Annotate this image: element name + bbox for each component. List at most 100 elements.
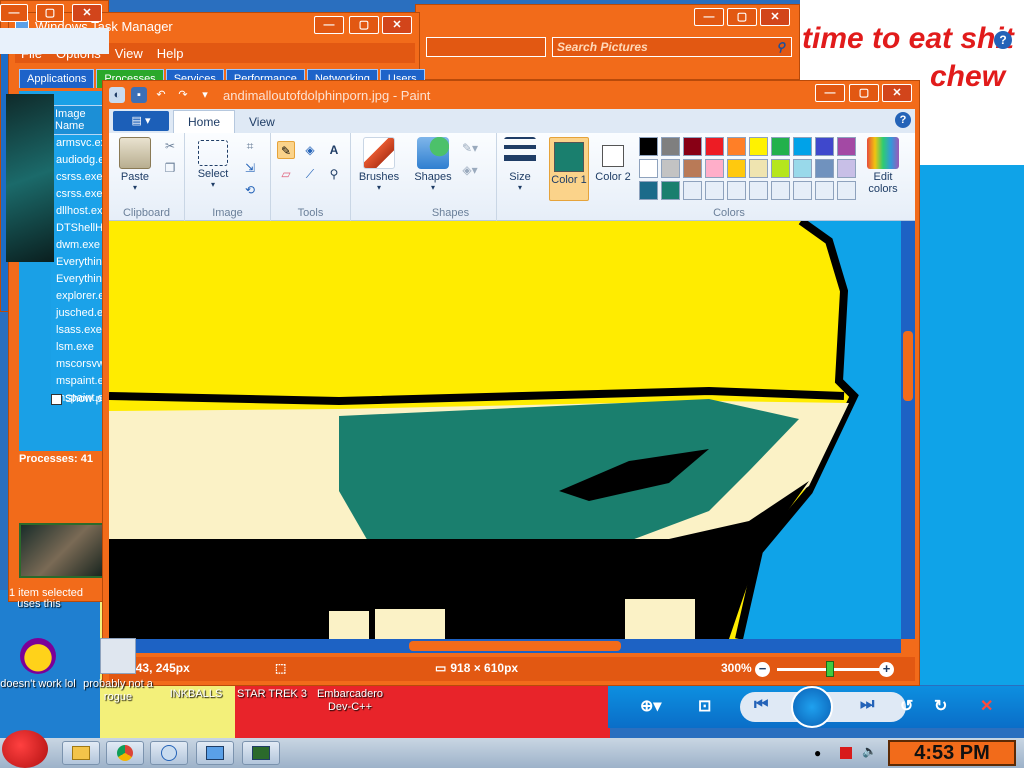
size-button[interactable]: Size ▾ (499, 137, 541, 192)
fill-shape-icon[interactable]: ◈▾ (461, 161, 479, 179)
horizontal-scrollbar[interactable] (109, 639, 901, 653)
palette-swatch[interactable] (749, 159, 768, 178)
palette-swatch[interactable] (705, 137, 724, 156)
maximize-button[interactable]: ▢ (727, 8, 757, 26)
horizontal-scroll-thumb[interactable] (409, 641, 621, 651)
menu-view[interactable]: View (115, 46, 143, 61)
menu-help[interactable]: Help (157, 46, 184, 61)
delete-icon[interactable]: ✕ (980, 696, 993, 716)
palette-swatch[interactable] (705, 181, 724, 200)
eraser-icon[interactable]: ▱ (277, 165, 295, 183)
maximize-button[interactable]: ▢ (36, 4, 64, 22)
desktop-icon-inkballs[interactable]: INKBALLS (158, 688, 234, 701)
cut-icon[interactable]: ✂ (161, 137, 179, 155)
rotate-left-icon[interactable]: ↺ (900, 696, 913, 716)
fill-icon[interactable]: ◈ (301, 141, 319, 159)
desktop-icon-devcpp[interactable]: Embarcadero Dev-C++ (312, 688, 388, 714)
shapes-button[interactable]: Shapes ▾ (411, 137, 455, 192)
taskbar-clock[interactable]: 4:53 PM (888, 740, 1016, 766)
file-thumbnail[interactable] (19, 523, 109, 578)
search-pictures-input[interactable]: Search Pictures ⚲ (552, 37, 792, 57)
palette-swatch[interactable] (683, 159, 702, 178)
minimize-button[interactable]: — (815, 84, 845, 102)
zoom-in-button[interactable]: + (879, 662, 894, 677)
palette-swatch[interactable] (837, 181, 856, 200)
next-icon[interactable]: ⏭ (860, 696, 874, 714)
palette-swatch[interactable] (771, 159, 790, 178)
tray-icon[interactable]: ● (814, 746, 821, 760)
minimize-button[interactable]: — (314, 16, 344, 34)
palette-swatch[interactable] (661, 137, 680, 156)
palette-swatch[interactable] (727, 159, 746, 178)
resize-icon[interactable]: ⇲ (241, 159, 259, 177)
taskbar-photo-viewer-button[interactable] (196, 741, 234, 765)
previous-icon[interactable]: ⏮ (754, 696, 768, 714)
color1-button[interactable]: Color 1 (549, 137, 589, 201)
tab-applications[interactable]: Applications (19, 69, 95, 88)
maximize-button[interactable]: ▢ (349, 16, 379, 34)
text-icon[interactable]: A (325, 141, 343, 159)
vertical-scrollbar[interactable] (901, 221, 915, 639)
paint-canvas[interactable] (109, 221, 901, 639)
palette-swatch[interactable] (727, 137, 746, 156)
pencil-icon[interactable]: ✎ (277, 141, 295, 159)
start-button[interactable] (2, 730, 48, 768)
palette-swatch[interactable] (793, 181, 812, 200)
redo-icon[interactable]: ↷ (175, 87, 191, 103)
palette-swatch[interactable] (749, 181, 768, 200)
zoom-out-button[interactable]: − (755, 662, 770, 677)
palette-swatch[interactable] (639, 137, 658, 156)
minimize-button[interactable]: — (694, 8, 724, 26)
palette-swatch[interactable] (683, 137, 702, 156)
zoom-slider-thumb[interactable] (826, 661, 834, 677)
taskbar-explorer-button[interactable] (62, 741, 100, 765)
help-icon[interactable]: ? (895, 112, 911, 128)
undo-icon[interactable]: ↶ (153, 87, 169, 103)
desktop-icon-star-trek[interactable]: STAR TREK 3 (234, 688, 310, 701)
palette-swatch[interactable] (837, 137, 856, 156)
magnifier-icon[interactable]: ⚲ (325, 165, 343, 183)
taskbar-paint-button[interactable] (150, 741, 188, 765)
palette-swatch[interactable] (639, 181, 658, 200)
close-button[interactable]: ✕ (72, 4, 102, 22)
close-button[interactable]: ✕ (760, 8, 790, 26)
search-icon[interactable]: ⚲ (776, 38, 785, 56)
color-picker-icon[interactable]: ⟋ (301, 165, 319, 183)
close-button[interactable]: ✕ (382, 16, 412, 34)
minimize-button[interactable]: — (0, 4, 28, 22)
rotate-right-icon[interactable]: ↻ (934, 696, 947, 716)
palette-swatch[interactable] (683, 181, 702, 200)
palette-swatch[interactable] (815, 137, 834, 156)
maximize-button[interactable]: ▢ (849, 84, 879, 102)
vertical-scroll-thumb[interactable] (903, 331, 913, 401)
checkbox-icon[interactable] (51, 393, 62, 405)
volume-icon[interactable]: 🔈 (862, 744, 877, 758)
palette-swatch[interactable] (639, 159, 658, 178)
taskbar-chrome-button[interactable] (106, 741, 144, 765)
paste-button[interactable]: Paste ▾ (115, 137, 155, 192)
edit-colors-button[interactable]: Edit colors (861, 137, 905, 195)
palette-swatch[interactable] (815, 181, 834, 200)
palette-swatch[interactable] (793, 159, 812, 178)
paint-app-icon[interactable]: ◐ (109, 87, 125, 103)
play-slideshow-button[interactable] (791, 686, 833, 728)
save-icon[interactable]: ▪ (131, 87, 147, 103)
customize-qat-icon[interactable]: ▾ (197, 87, 213, 103)
copy-icon[interactable]: ❐ (161, 159, 179, 177)
desktop-icon-yahoo[interactable]: doesn't work lol (0, 638, 76, 691)
rotate-icon[interactable]: ⟲ (241, 181, 259, 199)
tab-home[interactable]: Home (173, 110, 236, 133)
crop-icon[interactable]: ⌗ (241, 137, 259, 155)
palette-swatch[interactable] (771, 181, 790, 200)
outline-icon[interactable]: ✎▾ (461, 139, 479, 157)
select-button[interactable]: Select ▾ (191, 137, 235, 189)
palette-swatch[interactable] (749, 137, 768, 156)
tray-stop-icon[interactable] (840, 747, 852, 759)
palette-swatch[interactable] (815, 159, 834, 178)
brushes-button[interactable]: Brushes ▾ (357, 137, 401, 192)
taskbar-task-manager-button[interactable] (242, 741, 280, 765)
color2-button[interactable]: Color 2 (595, 137, 631, 201)
palette-swatch[interactable] (793, 137, 812, 156)
zoom-icon[interactable]: ⊕▾ (640, 696, 661, 716)
desktop-icon-rogue[interactable]: probably not a rogue (80, 638, 156, 704)
